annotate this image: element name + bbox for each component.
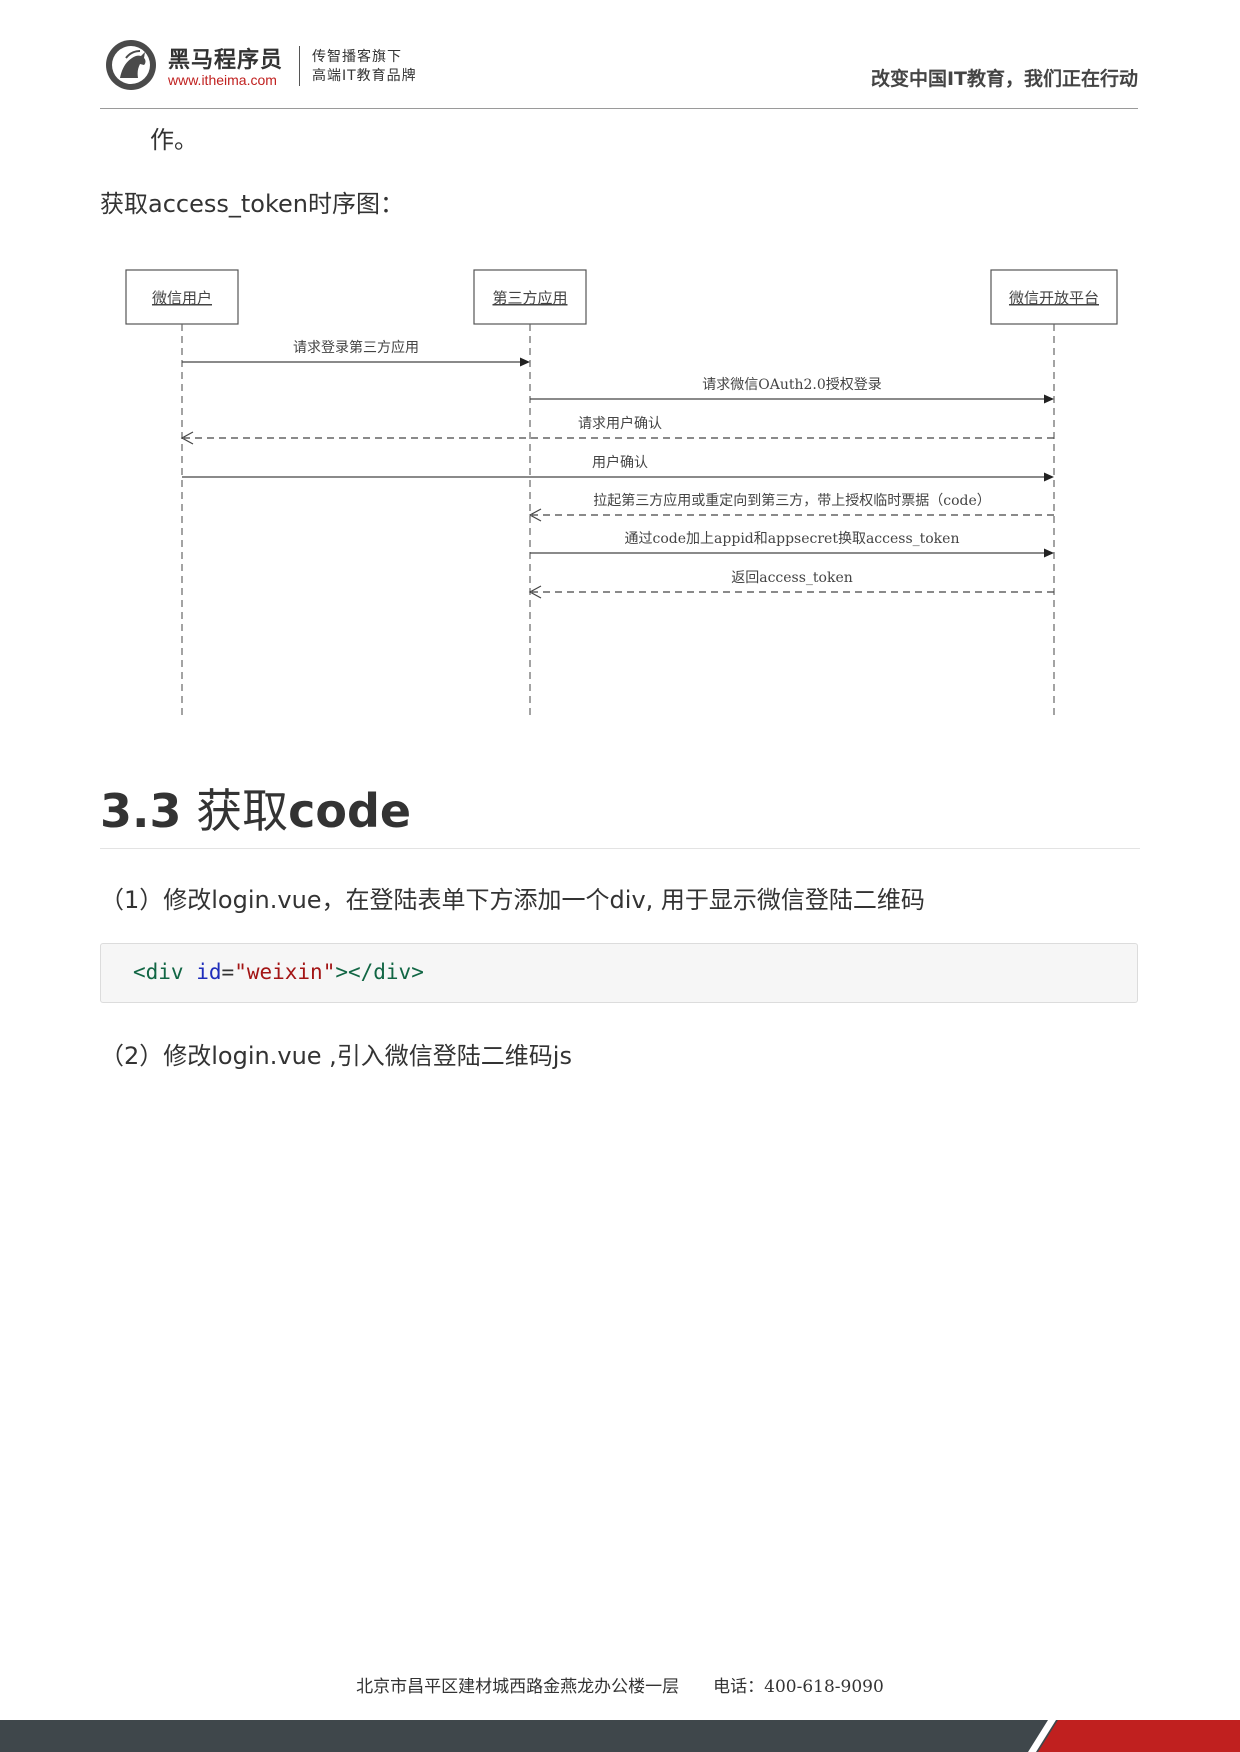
code-attr-name: id <box>196 960 222 984</box>
message-label: 返回access_token <box>731 570 853 586</box>
brand-name: 黑马程序员 <box>168 48 284 73</box>
continuation-text: 作。 <box>150 126 198 154</box>
arrowhead <box>1044 472 1054 482</box>
message-label: 请求微信OAuth2.0授权登录 <box>702 377 882 393</box>
sequence-diagram: 微信用户 第三方应用 微信开放平台请求登录第三方应用请求微信OAuth2.0授权登录… <box>125 269 1118 718</box>
header-tagline: 改变中国IT教育，我们正在行动 <box>870 68 1138 90</box>
code-equals: = <box>221 960 235 984</box>
message-label: 拉起第三方应用或重定向到第三方，带上授权临时票据（code） <box>593 492 991 509</box>
message-label: 请求登录第三方应用 <box>293 339 419 356</box>
slogan-line-2: 高端IT教育品牌 <box>312 68 417 84</box>
code-open-tag: <div <box>133 960 184 984</box>
message-label: 用户确认 <box>592 454 648 471</box>
step-1-text: （1）修改login.vue，在登陆表单下方添加一个div, 用于显示微信登陆二… <box>100 886 925 914</box>
page-header: 黑马程序员 www.itheima.com 传智播客旗下 高端IT教育品牌 改变… <box>100 36 1138 109</box>
code-block: <div id="weixin"></div> <box>100 943 1138 1003</box>
participant-label: 第三方应用 <box>492 289 567 307</box>
participant-label: 微信用户 <box>152 289 212 307</box>
footer-bar <box>0 1720 1240 1752</box>
horse-logo-icon <box>106 40 156 90</box>
section-title-cn: 获取 <box>196 784 289 838</box>
slogan-line-1: 传智播客旗下 <box>312 49 402 65</box>
brand-url: www.itheima.com <box>168 72 277 88</box>
message-label: 请求用户确认 <box>578 415 662 432</box>
step-2-text: （2）修改login.vue ,引入微信登陆二维码js <box>100 1042 572 1070</box>
code-attr-value: "weixin" <box>234 960 336 984</box>
brand-divider <box>299 46 300 86</box>
section-title-en: code <box>288 784 412 838</box>
footer-address: 北京市昌平区建材城西路金燕龙办公楼一层 电话：400-618-9090 <box>356 1677 884 1697</box>
code-close-tag: ></div> <box>335 960 424 984</box>
section-number: 3.3 <box>100 784 182 838</box>
participant-label: 微信开放平台 <box>1009 289 1099 307</box>
arrowhead <box>1044 548 1054 558</box>
brand-slogan: 传智播客旗下 高端IT教育品牌 <box>312 48 417 86</box>
arrowhead <box>1044 394 1054 404</box>
message-label: 通过code加上appid和appsecret换取access_token <box>625 530 960 547</box>
diagram-caption: 获取access_token时序图： <box>100 190 404 218</box>
section-heading: 3.3 获取code <box>100 775 1140 849</box>
arrowhead <box>520 357 530 367</box>
